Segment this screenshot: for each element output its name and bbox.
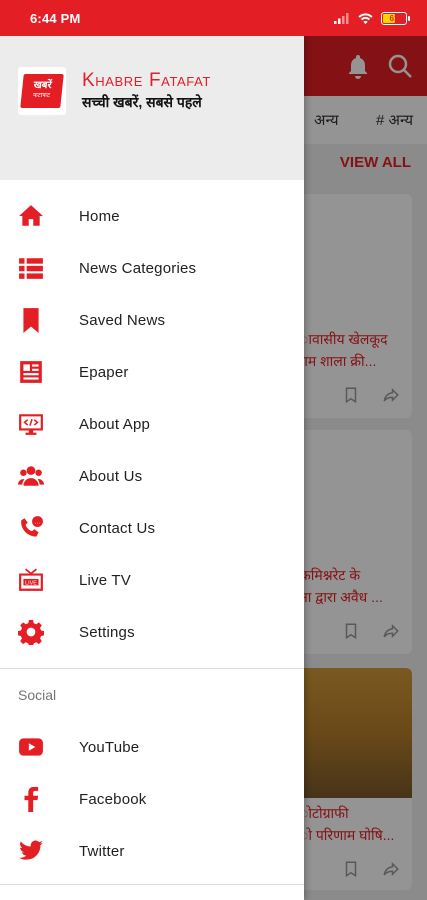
logo-subtext: फटाफट [32, 93, 51, 99]
menu-label: Settings [79, 623, 135, 641]
signal-icon [334, 13, 349, 24]
social-menu: YouTube Facebook Twitter [0, 721, 304, 877]
menu-label: About App [79, 415, 151, 433]
menu-label: Facebook [79, 790, 147, 808]
brand-tagline: सच्ची खबरें, सबसे पहले [82, 94, 202, 110]
menu-item-home[interactable]: Home [0, 190, 304, 242]
drawer-header: खबरें फटाफट Khabre Fatafat सच्ची खबरें, स… [0, 36, 304, 180]
menu-label: Contact Us [79, 519, 156, 537]
menu-item-saved-news[interactable]: Saved News [0, 294, 304, 346]
brand: Khabre Fatafat सच्ची खबरें, सबसे पहले [82, 70, 211, 112]
facebook-icon [18, 786, 44, 812]
bookmark-icon [18, 307, 44, 333]
menu-item-epaper[interactable]: Epaper [0, 346, 304, 398]
menu-item-twitter[interactable]: Twitter [0, 825, 304, 877]
tv-icon: LIVE [18, 567, 44, 593]
menu-label: YouTube [79, 738, 140, 756]
bottom-divider [0, 884, 304, 885]
phone-chat-icon: ... [18, 515, 44, 541]
code-monitor-icon [18, 411, 44, 437]
gear-icon [18, 619, 44, 645]
menu-item-about-app[interactable]: About App [0, 398, 304, 450]
menu-item-contact-us[interactable]: ... Contact Us [0, 502, 304, 554]
status-bar: 6:44 PM 61 [0, 0, 427, 36]
menu-item-facebook[interactable]: Facebook [0, 773, 304, 825]
list-icon [18, 255, 44, 281]
navigation-drawer: खबरें फटाफट Khabre Fatafat सच्ची खबरें, स… [0, 36, 304, 900]
home-icon [18, 203, 44, 229]
wifi-icon [358, 12, 373, 24]
menu-item-news-categories[interactable]: News Categories [0, 242, 304, 294]
status-time: 6:44 PM [30, 10, 81, 26]
group-icon [18, 463, 44, 489]
svg-text:...: ... [35, 519, 41, 526]
menu-label: Live TV [79, 571, 131, 589]
menu-label: Home [79, 207, 120, 225]
battery-level: 61 [389, 13, 399, 23]
menu-label: Saved News [79, 311, 166, 329]
menu-label: Twitter [79, 842, 125, 860]
app-logo: खबरें फटाफट [18, 67, 66, 115]
menu-label: About Us [79, 467, 143, 485]
battery-icon: 61 [381, 11, 410, 25]
twitter-icon [18, 838, 44, 864]
drawer-menu: Home News Categories Saved News Epaper A… [0, 190, 304, 658]
brand-name: Khabre Fatafat [82, 70, 211, 91]
youtube-icon [18, 734, 44, 760]
menu-item-settings[interactable]: Settings [0, 606, 304, 658]
menu-item-live-tv[interactable]: LIVE Live TV [0, 554, 304, 606]
newspaper-icon [18, 359, 44, 385]
menu-item-about-us[interactable]: About Us [0, 450, 304, 502]
logo-text: खबरें [33, 80, 53, 91]
menu-item-youtube[interactable]: YouTube [0, 721, 304, 773]
menu-label: News Categories [79, 259, 197, 277]
menu-label: Epaper [79, 363, 129, 381]
status-icons: 61 [334, 11, 410, 25]
social-section-title: Social [18, 687, 57, 703]
svg-text:LIVE: LIVE [25, 580, 37, 586]
